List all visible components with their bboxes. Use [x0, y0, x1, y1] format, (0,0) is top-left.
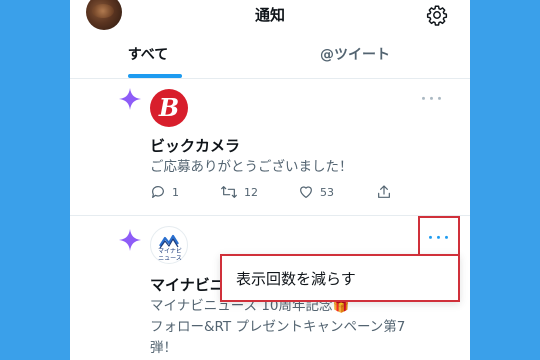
tweet-text-line3: 弾！: [150, 340, 177, 356]
tab-bar: すべて @ツイート: [70, 34, 470, 79]
heart-icon: [300, 186, 312, 198]
notification-item[interactable]: マイナビ ニュース マイナビニ マイナビニュース 10周年記念🎁 フォロー&RT…: [70, 216, 470, 360]
like-button[interactable]: 53: [298, 184, 334, 200]
account-name[interactable]: ビックカメラ: [150, 135, 240, 156]
reply-count: 1: [172, 185, 179, 199]
page-title: 通知: [254, 6, 285, 24]
tab-all[interactable]: すべて: [108, 44, 188, 64]
retweet-count: 12: [244, 185, 258, 199]
reply-button[interactable]: 1: [150, 184, 179, 200]
retweet-icon: [221, 186, 237, 198]
sparkle-icon: [119, 229, 141, 251]
more-options-button[interactable]: ･･･: [418, 216, 460, 256]
active-tab-indicator: [128, 74, 182, 78]
tweet-text-line2: フォロー&RT プレゼントキャンペーン第7: [150, 319, 406, 335]
reply-icon: [152, 186, 164, 198]
menu-item-see-less[interactable]: 表示回数を減らす: [236, 268, 356, 289]
retweet-button[interactable]: 12: [220, 184, 258, 200]
share-button[interactable]: [376, 184, 392, 200]
mynavi-logo-text: マイナビ ニュース: [158, 248, 182, 262]
like-count: 53: [320, 185, 334, 199]
header: 通知: [70, 0, 470, 34]
context-menu: 表示回数を減らす: [220, 254, 460, 302]
phone-screen: 通知 すべて @ツイート B ･･･ ビックカメラ ご応募ありがとうございました…: [70, 0, 470, 360]
tab-mentions[interactable]: @ツイート: [305, 44, 405, 64]
tweet-actions: 1 12 53: [150, 184, 410, 204]
share-icon: [378, 185, 390, 198]
notification-item[interactable]: B ･･･ ビックカメラ ご応募ありがとうございました！ 1 12 53: [70, 79, 470, 216]
mynavi-news-logo[interactable]: マイナビ ニュース: [150, 226, 188, 264]
biccamera-logo[interactable]: B: [150, 89, 188, 127]
account-name[interactable]: マイナビニ: [150, 274, 225, 295]
more-options-icon: ･･･: [427, 231, 451, 247]
gear-icon[interactable]: [426, 4, 448, 26]
more-options-icon[interactable]: ･･･: [420, 89, 444, 109]
tweet-text: ご応募ありがとうございました！: [150, 159, 353, 175]
sparkle-icon: [119, 88, 141, 110]
